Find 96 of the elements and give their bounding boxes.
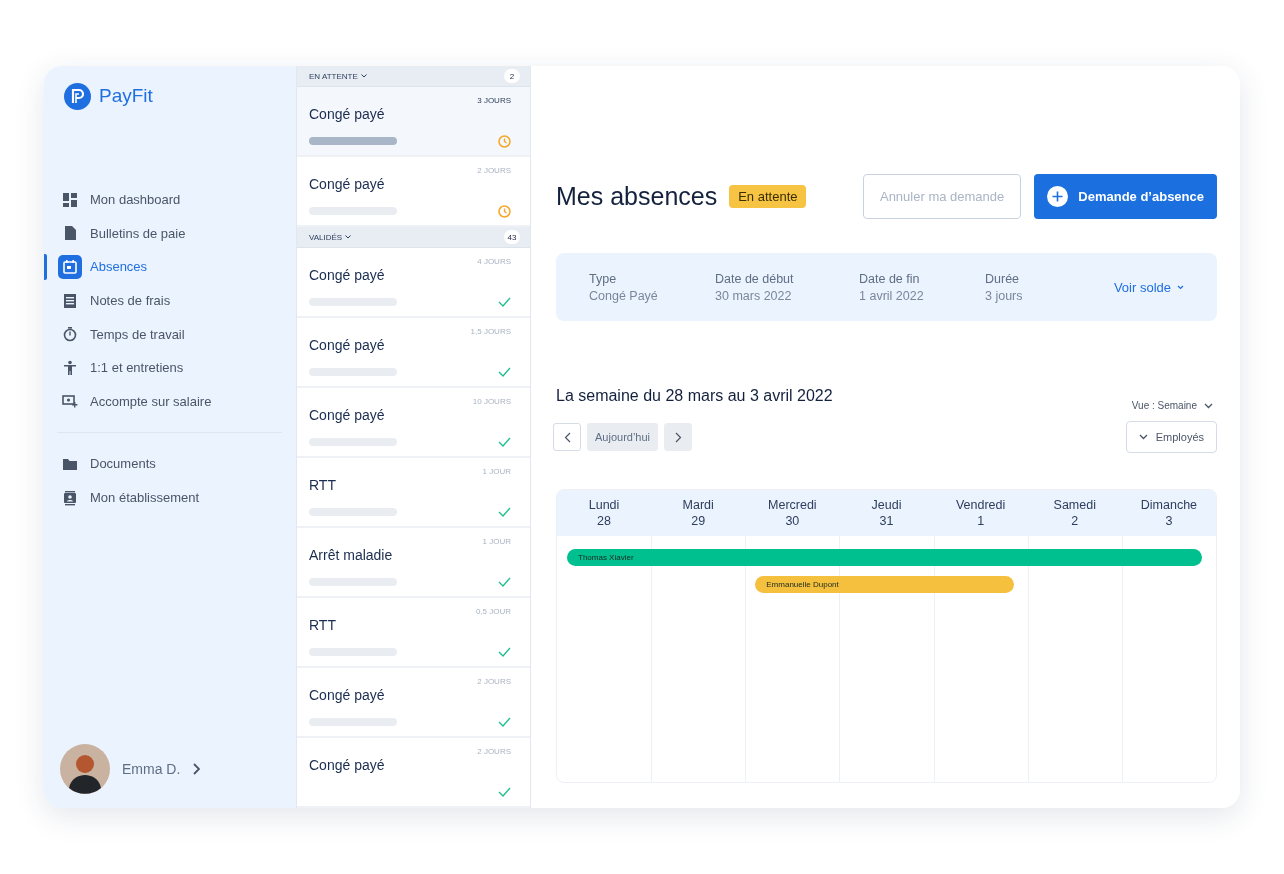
absence-type: Congé payé xyxy=(309,407,386,425)
absence-type: Arrêt maladie xyxy=(309,547,394,565)
chevron-right-icon[interactable] xyxy=(674,431,682,443)
absence-type: Congé payé xyxy=(309,337,386,355)
chevron-down-icon[interactable] xyxy=(345,235,352,239)
plus-icon[interactable] xyxy=(1047,186,1069,207)
stopwatch-icon xyxy=(62,326,78,343)
day-name: Lundi xyxy=(588,498,620,512)
duration-label: 1,5 JOURS xyxy=(470,327,511,336)
nav-item[interactable]: Temps de travail xyxy=(44,317,296,351)
person-icon xyxy=(62,359,78,376)
group-title[interactable]: EN ATTENTE xyxy=(309,71,358,81)
day-date: 30 xyxy=(785,514,800,528)
logo-text: PayFit xyxy=(99,85,153,107)
day-date: 31 xyxy=(879,514,894,528)
count-badge: 2 xyxy=(504,69,520,83)
money-plus-icon xyxy=(62,393,78,410)
document-icon xyxy=(62,225,78,242)
field-label: Type xyxy=(589,271,618,286)
day-name: Mercredi xyxy=(768,498,817,512)
avatar[interactable] xyxy=(60,744,110,794)
day-name: Dimanche xyxy=(1140,498,1198,512)
request-item[interactable]: Congé payé 10 JOURS xyxy=(297,388,530,456)
absence-type: RTT xyxy=(309,477,337,495)
dashboard-icon xyxy=(62,191,78,208)
calendar-icon xyxy=(62,259,78,275)
nav-item[interactable]: Bulletins de paie xyxy=(44,216,296,251)
chevron-down-icon[interactable] xyxy=(1138,434,1148,440)
absence-event-bar[interactable]: Emmanuelle Dupont xyxy=(755,576,840,593)
request-item[interactable]: Congé payé 2 JOURS xyxy=(297,157,530,225)
nav-item[interactable]: Notes de frais xyxy=(44,283,296,318)
status-badge: En attente xyxy=(729,185,807,208)
day-date: 3 xyxy=(1165,514,1173,528)
nav-item[interactable]: Accompte sur salaire xyxy=(44,384,296,419)
chevron-right-icon[interactable] xyxy=(192,763,201,775)
request-item[interactable]: RTT 0,5 JOUR xyxy=(297,598,530,666)
request-item[interactable]: Congé payé 2 JOURS xyxy=(297,738,530,806)
absence-type: Congé payé xyxy=(309,687,386,705)
field-value: 1 avril 2022 xyxy=(859,288,925,303)
duration-label: 2 JOURS xyxy=(477,747,511,756)
today-button[interactable]: Aujourd’hui xyxy=(587,423,659,451)
field-label: Date de début xyxy=(715,271,795,286)
page-title: Mes absences xyxy=(556,182,718,211)
day-name: Mardi xyxy=(682,498,714,512)
absence-type: Congé payé xyxy=(309,106,386,124)
nav-item[interactable]: Absences xyxy=(44,250,296,284)
count-badge: 43 xyxy=(504,230,520,244)
nav-item[interactable]: Mon dashboard xyxy=(44,183,296,217)
chevron-down-icon[interactable] xyxy=(1204,402,1213,409)
field-value: Congé Payé xyxy=(589,288,659,303)
request-item[interactable]: Arrêt maladie 1 JOUR xyxy=(297,528,530,596)
chevron-down-icon[interactable] xyxy=(1177,284,1184,290)
duration-label: 1 JOUR xyxy=(482,467,511,476)
duration-label: 2 JOURS xyxy=(477,166,511,175)
absence-type: RTT xyxy=(309,617,337,635)
request-item[interactable]: Congé payé 4 JOURS xyxy=(297,248,530,316)
field-value: 3 jours xyxy=(985,288,1023,303)
field-value: 30 mars 2022 xyxy=(715,288,793,303)
absence-type: Congé payé xyxy=(309,176,386,194)
duration-label: 3 JOURS xyxy=(477,96,511,105)
duration-label: 1 JOUR xyxy=(482,537,511,546)
day-date: 2 xyxy=(1071,514,1079,528)
day-date: 28 xyxy=(597,514,611,528)
employees-filter-button[interactable]: Employés xyxy=(1125,421,1217,453)
chevron-down-icon[interactable] xyxy=(360,74,367,78)
balance-link[interactable]: Voir solde xyxy=(1113,279,1184,295)
day-name: Samedi xyxy=(1053,498,1096,512)
day-date: 29 xyxy=(691,514,706,528)
day-date: 1 xyxy=(977,514,985,528)
week-title: La semaine du 28 mars au 3 avril 2022 xyxy=(556,387,833,405)
request-item[interactable]: RTT 1 JOUR xyxy=(297,458,530,526)
chevron-left-icon[interactable] xyxy=(563,431,571,443)
request-item[interactable]: Congé payé 1,5 JOURS xyxy=(297,318,530,386)
day-name: Jeudi xyxy=(871,498,902,512)
request-item[interactable]: Congé payé 3 JOURS xyxy=(297,87,530,155)
absence-type: Congé payé xyxy=(309,267,386,285)
duration-label: 4 JOURS xyxy=(477,257,511,266)
logo-icon xyxy=(64,82,91,110)
group-title[interactable]: VALIDÉS xyxy=(309,232,343,242)
nav-item[interactable]: 1:1 et entretiens xyxy=(44,350,296,385)
duration-label: 10 JOURS xyxy=(472,397,511,406)
nav-item[interactable]: Documents xyxy=(44,447,296,481)
absence-type: Congé payé xyxy=(309,757,386,775)
receipt-icon xyxy=(62,292,78,309)
absence-event-bar[interactable]: Thomas Xiavier xyxy=(567,549,652,566)
view-selector[interactable]: Vue : Semaine xyxy=(1131,400,1213,411)
user-name[interactable]: Emma D. xyxy=(122,761,181,777)
day-name: Vendredi xyxy=(955,498,1006,512)
new-request-button[interactable]: Demande d’absence xyxy=(1034,174,1217,219)
duration-label: 0,5 JOUR xyxy=(475,607,511,616)
badge-icon xyxy=(62,489,78,506)
request-item[interactable]: Congé payé 2 JOURS xyxy=(297,668,530,736)
duration-label: 2 JOURS xyxy=(477,677,511,686)
nav-item[interactable]: Mon établissement xyxy=(44,480,296,515)
field-label: Date de fin xyxy=(859,271,921,286)
field-label: Durée xyxy=(985,271,1021,286)
